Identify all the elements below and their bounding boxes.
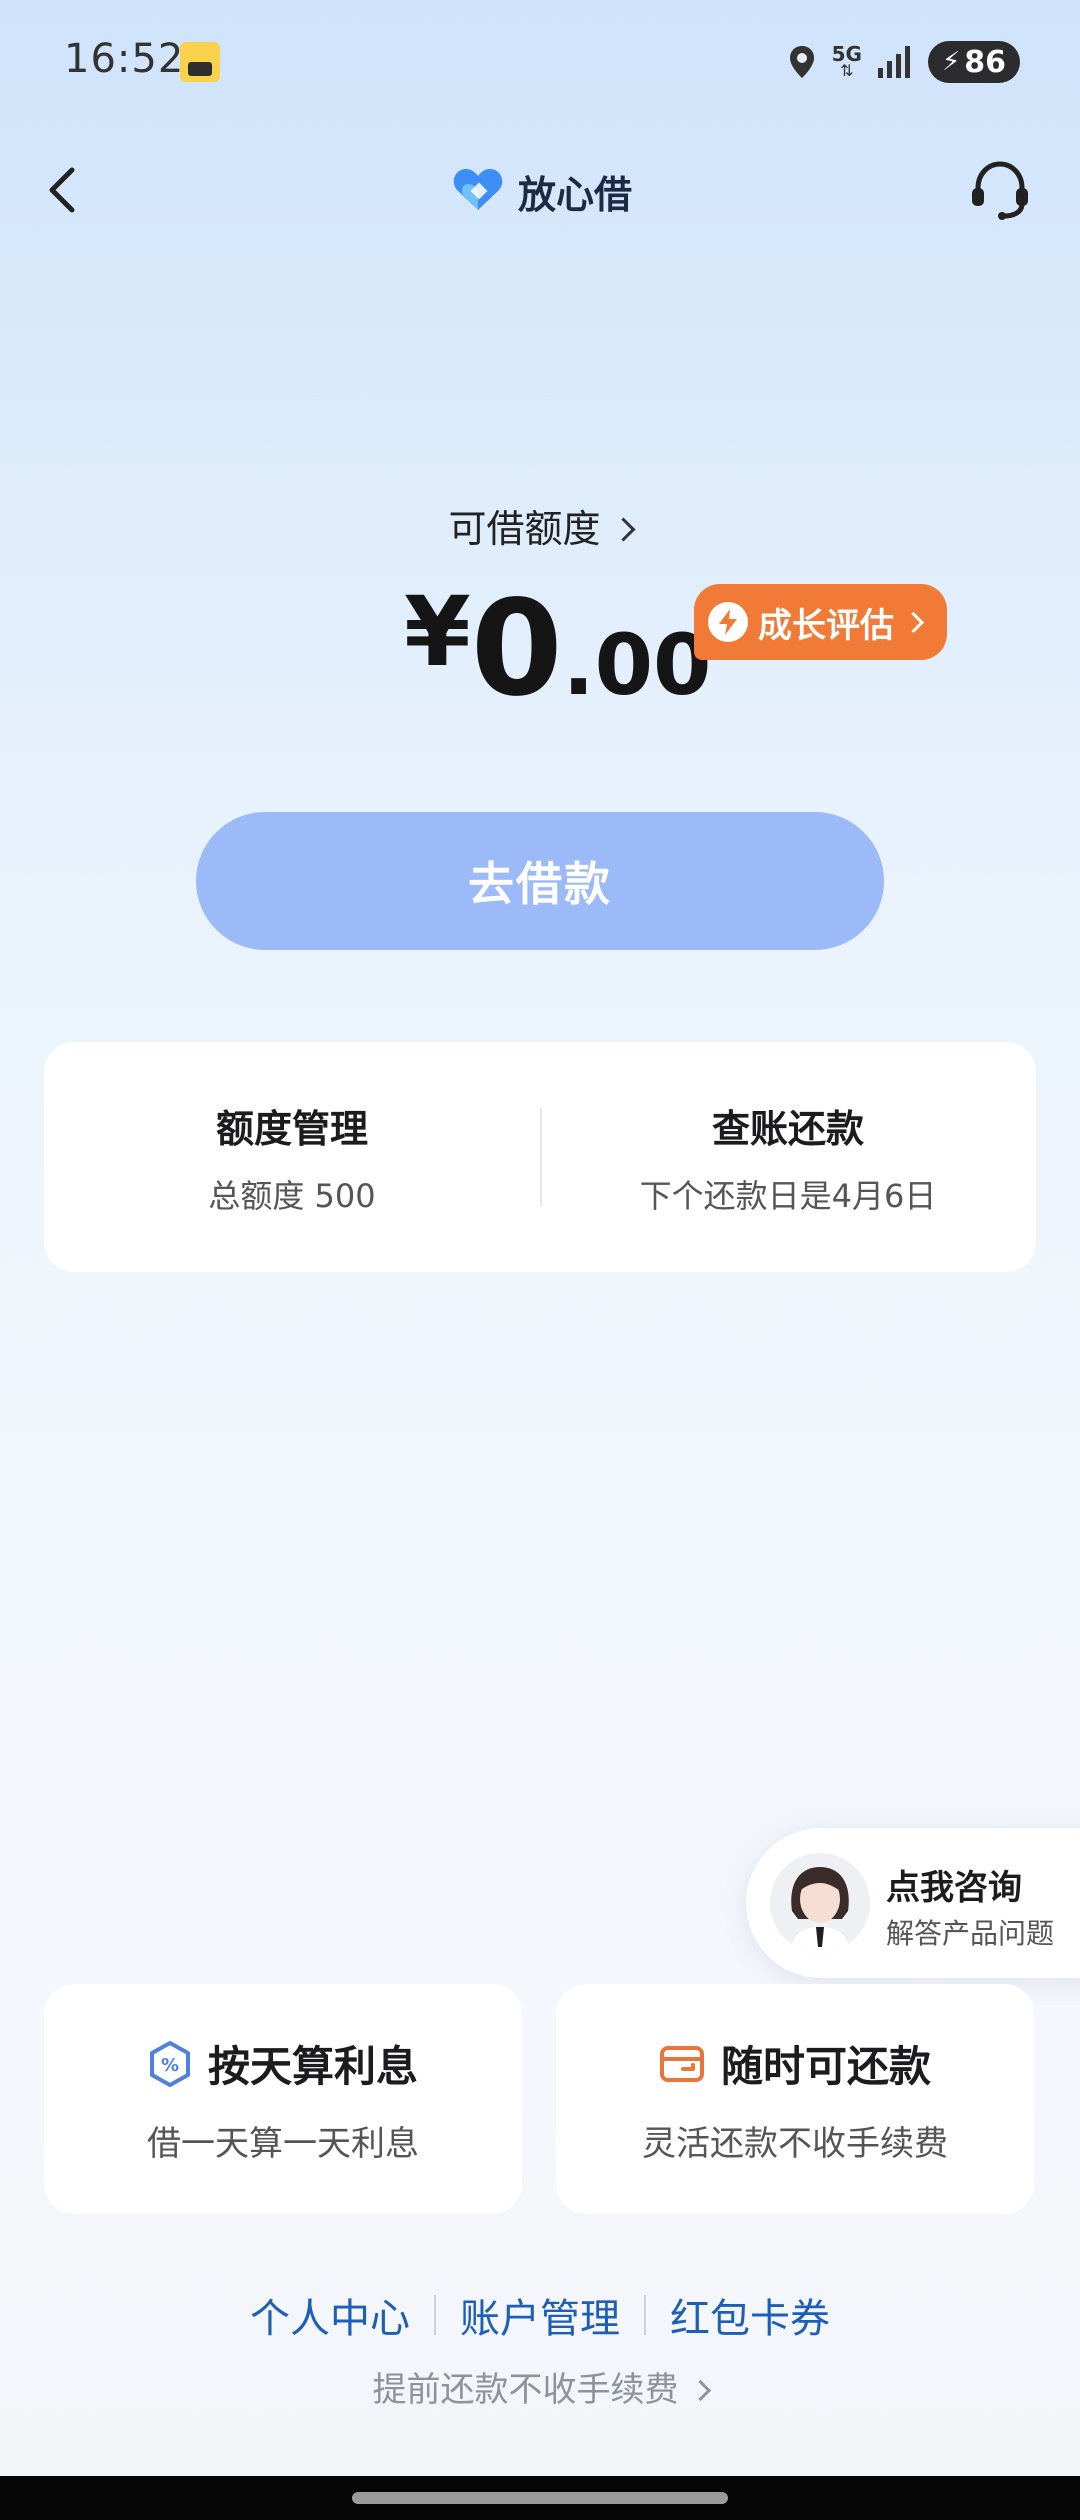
growth-assessment-badge[interactable]: 成长评估 <box>694 584 947 660</box>
bill-repayment-title: 查账还款 <box>711 1106 864 1151</box>
credit-limit-label: 可借额度 <box>448 507 601 551</box>
prepayment-note: 提前还款不收手续费 <box>372 2370 679 2410</box>
prepayment-note-link[interactable]: 提前还款不收手续费 <box>0 2362 1080 2411</box>
wallet-icon <box>659 2045 704 2082</box>
limit-management[interactable]: 额度管理 总额度 500 <box>44 1042 540 1272</box>
consult-subtitle: 解答产品问题 <box>886 1917 1055 1950</box>
next-repayment-date: 下个还款日是4月6日 <box>639 1176 937 1215</box>
feature-subtitle: 借一天算一天利息 <box>147 2124 419 2164</box>
coupons-link[interactable]: 红包卡券 <box>646 2286 854 2344</box>
amount-decimal: .00 <box>562 616 712 714</box>
amount-integer: 0 <box>470 572 563 726</box>
battery-level: 86 <box>964 44 1006 80</box>
status-icons: 5G ⇅ ⚡ 86 <box>788 40 1020 84</box>
back-chevron-icon[interactable] <box>36 156 92 224</box>
location-icon <box>789 46 814 78</box>
limit-management-title: 额度管理 <box>215 1106 368 1151</box>
currency-symbol: ¥ <box>404 576 471 688</box>
account-card: 额度管理 总额度 500 查账还款 下个还款日是4月6日 <box>44 1042 1036 1272</box>
credit-amount: ¥0.00 <box>404 572 711 726</box>
credit-limit-link[interactable]: 可借额度 <box>0 498 1080 553</box>
chevron-right-icon <box>610 517 636 542</box>
account-management-link[interactable]: 账户管理 <box>436 2286 644 2344</box>
percent-hexagon-icon: % <box>149 2040 190 2087</box>
page-title: 放心借 <box>518 173 633 217</box>
app-logo-icon <box>453 169 503 210</box>
home-indicator[interactable] <box>352 2492 728 2504</box>
svg-text:%: % <box>161 2055 179 2076</box>
borrow-button[interactable]: 去借款 <box>196 812 884 950</box>
chevron-right-icon <box>902 611 925 633</box>
feature-title: 随时可还款 <box>720 2042 931 2091</box>
network-5g-icon: 5G ⇅ <box>831 42 862 80</box>
chevron-right-icon <box>689 2379 711 2402</box>
bill-repayment[interactable]: 查账还款 下个还款日是4月6日 <box>540 1042 1036 1272</box>
feature-card-daily-interest: % 按天算利息 借一天算一天利息 <box>44 1984 522 2214</box>
status-time: 16:52 <box>64 36 185 82</box>
growth-badge-label: 成长评估 <box>758 605 894 646</box>
feature-card-repay-anytime: 随时可还款 灵活还款不收手续费 <box>556 1984 1034 2214</box>
consult-button[interactable]: 点我咨询 解答产品问题 <box>746 1828 1080 1978</box>
personal-center-link[interactable]: 个人中心 <box>226 2286 434 2344</box>
app-notification-icon <box>180 42 220 82</box>
consult-title: 点我咨询 <box>886 1868 1022 1908</box>
battery-icon: ⚡ 86 <box>927 41 1020 83</box>
feature-subtitle: 灵活还款不收手续费 <box>642 2124 948 2164</box>
lightning-icon <box>708 602 748 642</box>
signal-icon <box>877 46 910 78</box>
feature-title: 按天算利息 <box>207 2042 418 2091</box>
agent-avatar <box>770 1853 870 1953</box>
headset-icon[interactable] <box>966 156 1034 224</box>
footer-links: 个人中心 账户管理 红包卡券 <box>0 2286 1080 2344</box>
total-limit-text: 总额度 500 <box>208 1176 376 1215</box>
